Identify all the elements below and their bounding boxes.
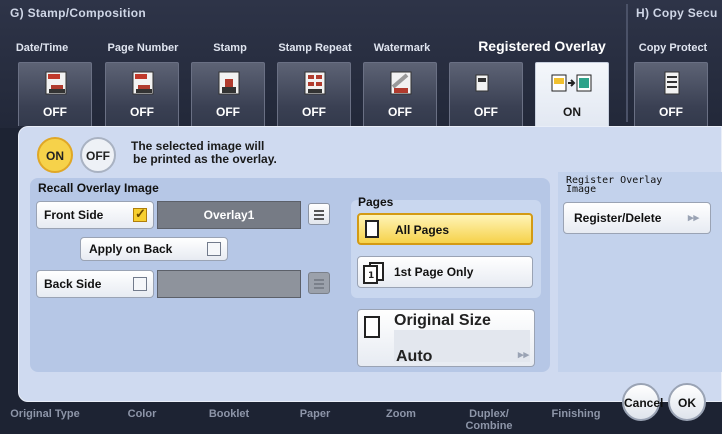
register-overlay-title: Register Overlay Image <box>566 175 663 195</box>
original-size-icon <box>364 316 380 338</box>
back-side-checkbox[interactable] <box>133 277 147 291</box>
overlay-message-line2: be printed as the overlay. <box>133 152 277 166</box>
date-time-button[interactable]: OFF <box>18 62 92 126</box>
register-delete-button[interactable]: Register/Delete ▸▸ <box>563 202 711 234</box>
front-side-list-icon[interactable] <box>308 203 330 225</box>
registered-overlay-button[interactable]: ON <box>535 62 609 126</box>
func-label-registered-overlay: Registered Overlay <box>478 38 606 54</box>
off-button[interactable]: OFF <box>80 137 116 173</box>
tab-duplex-combine[interactable]: Duplex/ Combine <box>444 408 534 432</box>
all-pages-button[interactable]: All Pages <box>357 213 533 245</box>
ok-button[interactable]: OK <box>668 383 706 421</box>
front-side-checkbox[interactable] <box>133 206 147 222</box>
func-label-copy-protect: Copy Protect <box>638 42 708 54</box>
back-side-button[interactable]: Back Side <box>36 270 154 298</box>
tab-original-type[interactable]: Original Type <box>0 408 90 420</box>
cancel-button[interactable]: Cancel <box>622 383 663 421</box>
tab-booklet[interactable]: Booklet <box>184 408 274 420</box>
tab-color[interactable]: Color <box>97 408 187 420</box>
back-side-overlay-field <box>157 270 301 298</box>
apply-on-back-button[interactable]: Apply on Back <box>80 237 228 261</box>
func-label-stamp-repeat: Stamp Repeat <box>278 42 352 54</box>
first-page-only-button[interactable]: 1 1st Page Only <box>357 256 533 288</box>
stamp-state: OFF <box>216 105 240 119</box>
copy-protect-button[interactable]: OFF <box>634 62 708 126</box>
first-page-only-label: 1st Page Only <box>394 265 474 279</box>
copy-protect-state: OFF <box>659 105 683 119</box>
all-pages-label: All Pages <box>395 223 450 237</box>
stamp-icon <box>218 71 240 95</box>
back-side-label: Back Side <box>44 277 102 291</box>
overlay-message: The selected image will be printed as th… <box>131 140 277 166</box>
registered-overlay-icon <box>551 74 592 92</box>
watermark-button[interactable]: OFF <box>363 62 437 126</box>
section-title-copy-security: H) Copy Secu <box>636 6 718 20</box>
front-side-label: Front Side <box>44 208 104 222</box>
back-side-list-icon <box>308 272 330 294</box>
section-title-stamp-composition: G) Stamp/Composition <box>10 6 146 20</box>
watermark-icon <box>390 71 412 95</box>
chevron-right-icon: ▸▸ <box>688 212 700 224</box>
stamp-repeat-state: OFF <box>302 105 326 119</box>
front-side-overlay-field: Overlay1 <box>157 201 301 229</box>
func-label-date-time: Date/Time <box>15 42 69 54</box>
tab-zoom[interactable]: Zoom <box>356 408 446 420</box>
overlay-icon <box>475 74 489 92</box>
on-button[interactable]: ON <box>37 137 73 173</box>
copy-protect-icon <box>664 71 680 95</box>
register-delete-label: Register/Delete <box>574 211 662 225</box>
watermark-state: OFF <box>388 105 412 119</box>
date-time-stamp-icon <box>45 71 67 95</box>
section-divider <box>626 4 628 122</box>
apply-on-back-checkbox[interactable] <box>207 242 221 256</box>
page-number-icon <box>132 71 154 95</box>
func-label-page-number: Page Number <box>107 42 179 54</box>
front-side-button[interactable]: Front Side <box>36 201 154 229</box>
recall-overlay-title: Recall Overlay Image <box>38 181 159 195</box>
all-pages-icon <box>365 220 379 238</box>
overlay-button[interactable]: OFF <box>449 62 523 126</box>
pages-title: Pages <box>358 195 394 209</box>
page-number-button[interactable]: OFF <box>105 62 179 126</box>
overlay-state: OFF <box>474 105 498 119</box>
tab-paper[interactable]: Paper <box>270 408 360 420</box>
svg-text:1: 1 <box>368 271 374 281</box>
apply-on-back-label: Apply on Back <box>89 242 173 256</box>
original-size-button[interactable]: Original Size Auto ▸▸ <box>357 309 535 367</box>
func-label-watermark: Watermark <box>373 42 431 54</box>
chevron-right-icon: ▸▸ <box>518 349 530 361</box>
date-time-state: OFF <box>43 105 67 119</box>
registered-overlay-state: ON <box>563 105 581 119</box>
page-number-state: OFF <box>130 105 154 119</box>
original-size-label: Original Size <box>394 312 491 329</box>
stamp-button[interactable]: OFF <box>191 62 265 126</box>
func-label-stamp: Stamp <box>213 42 247 54</box>
tab-finishing[interactable]: Finishing <box>531 408 621 420</box>
original-size-value: Auto <box>396 348 433 365</box>
stamp-repeat-button[interactable]: OFF <box>277 62 351 126</box>
stamp-repeat-icon <box>304 71 326 95</box>
first-page-icon: 1 <box>363 262 384 284</box>
